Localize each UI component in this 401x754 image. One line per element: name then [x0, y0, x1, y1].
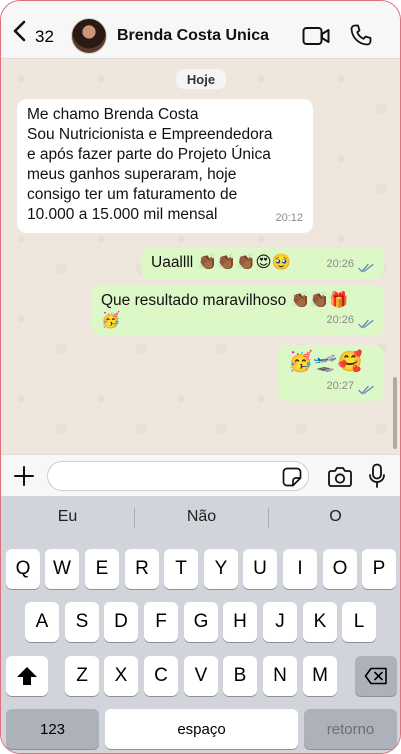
- message-time: 20:27: [326, 380, 354, 392]
- suggestion-item[interactable]: Não: [135, 508, 268, 526]
- key-o[interactable]: O: [323, 549, 357, 589]
- message-time: 20:26: [326, 258, 354, 270]
- date-separator: Hoje: [176, 69, 226, 89]
- message-time: 20:26: [326, 314, 354, 326]
- key-p[interactable]: P: [362, 549, 396, 589]
- key-u[interactable]: U: [243, 549, 277, 589]
- avatar[interactable]: [71, 18, 107, 54]
- key-w[interactable]: W: [45, 549, 79, 589]
- suggestion-item[interactable]: Eu: [1, 508, 134, 526]
- message-text: 🥳🛫🥰: [288, 351, 363, 373]
- key-x[interactable]: X: [104, 656, 138, 696]
- suggestion-bar: Eu Não O: [1, 496, 400, 538]
- message-time: 20:12: [275, 212, 303, 224]
- key-d[interactable]: D: [104, 602, 138, 642]
- key-v[interactable]: V: [184, 656, 218, 696]
- chevron-left-icon[interactable]: [11, 20, 29, 42]
- key-h[interactable]: H: [223, 602, 257, 642]
- suggestion-item[interactable]: O: [269, 508, 400, 526]
- key-n[interactable]: N: [263, 656, 297, 696]
- key-numbers[interactable]: 123: [6, 709, 99, 749]
- message-line: consigo ter um faturamento de: [27, 186, 238, 203]
- key-m[interactable]: M: [303, 656, 337, 696]
- key-q[interactable]: Q: [6, 549, 40, 589]
- chat-scrollbar[interactable]: [393, 377, 397, 449]
- shift-arrow-icon: [17, 667, 37, 685]
- message-line: meus ganhos superaram, hoje: [27, 166, 237, 183]
- key-g[interactable]: G: [184, 602, 218, 642]
- message-outgoing[interactable]: Uaallll 👏🏾👏🏾👏🏾😍🥹 20:26: [141, 247, 384, 279]
- microphone-icon[interactable]: [368, 463, 386, 489]
- message-outgoing[interactable]: 🥳🛫🥰 20:27: [278, 345, 384, 401]
- back-count[interactable]: 32: [35, 27, 54, 47]
- message-line: Me chamo Brenda Costa: [27, 106, 199, 123]
- read-ticks-icon: [358, 263, 374, 273]
- key-l[interactable]: L: [342, 602, 376, 642]
- key-b[interactable]: B: [223, 656, 257, 696]
- plus-icon[interactable]: [13, 465, 35, 487]
- chat-area[interactable]: Hoje Me chamo Brenda Costa Sou Nutricion…: [1, 59, 400, 454]
- key-z[interactable]: Z: [65, 656, 99, 696]
- key-k[interactable]: K: [303, 602, 337, 642]
- key-f[interactable]: F: [144, 602, 178, 642]
- chat-header: 32 Brenda Costa Unica: [1, 1, 400, 59]
- key-space[interactable]: espaço: [105, 709, 298, 749]
- camera-icon[interactable]: [327, 466, 353, 488]
- key-delete[interactable]: [355, 656, 397, 696]
- key-i[interactable]: I: [283, 549, 317, 589]
- phone-icon[interactable]: [349, 23, 373, 47]
- keyboard: Eu Não O Q W E R T Y U I O P A S D F G H…: [1, 496, 400, 753]
- key-t[interactable]: T: [164, 549, 198, 589]
- key-a[interactable]: A: [25, 602, 59, 642]
- read-ticks-icon: [358, 319, 374, 329]
- message-line: e após fazer parte do Projeto Única: [27, 146, 271, 163]
- message-input[interactable]: [47, 461, 309, 491]
- key-e[interactable]: E: [85, 549, 119, 589]
- key-s[interactable]: S: [65, 602, 99, 642]
- message-incoming[interactable]: Me chamo Brenda Costa Sou Nutricionista …: [17, 99, 313, 233]
- key-shift[interactable]: [6, 656, 48, 696]
- key-c[interactable]: C: [144, 656, 178, 696]
- key-return[interactable]: retorno: [304, 709, 397, 749]
- message-text: Que resultado maravilhoso 👏🏾👏🏾🎁: [101, 292, 349, 309]
- read-ticks-icon: [358, 385, 374, 395]
- message-line: Sou Nutricionista e Empreendedora: [27, 126, 273, 143]
- key-j[interactable]: J: [263, 602, 297, 642]
- phone-frame: 32 Brenda Costa Unica Hoje Me chamo Bren…: [0, 0, 401, 754]
- message-line: 10.000 a 15.000 mil mensal: [27, 206, 218, 223]
- backspace-icon: [364, 667, 387, 685]
- key-r[interactable]: R: [125, 549, 159, 589]
- message-outgoing[interactable]: Que resultado maravilhoso 👏🏾👏🏾🎁 🥳 20:26: [91, 285, 384, 335]
- sticker-icon[interactable]: [282, 467, 302, 487]
- message-text: Uaallll 👏🏾👏🏾👏🏾😍🥹: [151, 254, 291, 271]
- contact-name[interactable]: Brenda Costa Unica: [117, 27, 269, 45]
- video-camera-icon[interactable]: [302, 26, 330, 46]
- key-y[interactable]: Y: [204, 549, 238, 589]
- message-input-bar: [1, 454, 400, 496]
